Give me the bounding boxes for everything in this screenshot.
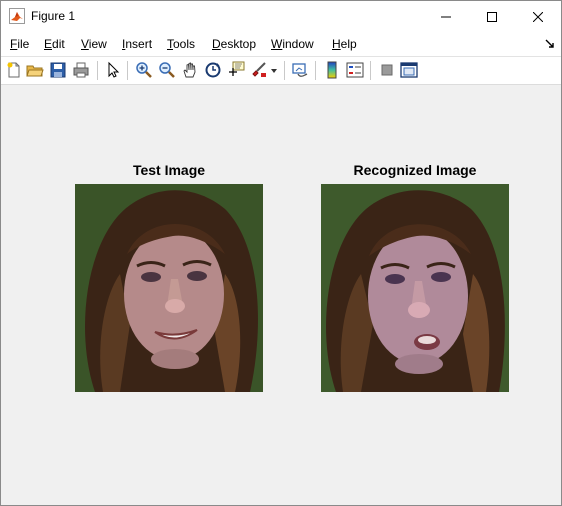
- menu-edit[interactable]: Edit: [44, 37, 65, 51]
- new-figure-icon[interactable]: [5, 61, 23, 79]
- face-photo-test-icon: [75, 184, 263, 392]
- toolbar-separator: [127, 61, 128, 80]
- toolbar-separator: [370, 61, 371, 80]
- open-file-icon[interactable]: [26, 61, 44, 79]
- toolbar-separator: [315, 61, 316, 80]
- close-button[interactable]: [515, 1, 561, 32]
- figure-canvas: Test Image Recognized Image: [1, 85, 561, 505]
- maximize-icon: [487, 11, 497, 22]
- close-icon: [533, 11, 543, 22]
- show-plot-tools-icon[interactable]: [400, 61, 418, 79]
- menu-view[interactable]: View: [81, 37, 107, 51]
- window-title: Figure 1: [31, 9, 76, 23]
- toolbar-separator: [284, 61, 285, 80]
- zoom-out-icon[interactable]: [158, 61, 176, 79]
- dock-figure-icon[interactable]: [545, 38, 555, 48]
- minimize-icon: [441, 16, 451, 17]
- figure-toolbar: [1, 57, 561, 85]
- legend-icon[interactable]: [346, 61, 364, 79]
- menu-bar: File Edit View Insert Tools Desktop Wind…: [1, 32, 561, 57]
- colorbar-icon[interactable]: [323, 61, 341, 79]
- menu-file[interactable]: File: [10, 37, 29, 51]
- test-image[interactable]: [75, 184, 263, 392]
- rotate-3d-icon[interactable]: [204, 61, 222, 79]
- pan-icon[interactable]: [181, 61, 199, 79]
- zoom-in-icon[interactable]: [135, 61, 153, 79]
- menu-window[interactable]: Window: [271, 37, 314, 51]
- minimize-button[interactable]: [423, 1, 469, 32]
- axes-title-recognized: Recognized Image: [353, 162, 477, 178]
- menu-desktop[interactable]: Desktop: [212, 37, 256, 51]
- chevron-down-icon[interactable]: [269, 61, 279, 79]
- hide-plot-tools-icon[interactable]: [378, 61, 396, 79]
- menu-tools[interactable]: Tools: [167, 37, 195, 51]
- title-bar: Figure 1: [1, 1, 561, 32]
- menu-insert[interactable]: Insert: [122, 37, 152, 51]
- matlab-logo-icon: [9, 8, 25, 24]
- print-icon[interactable]: [72, 61, 90, 79]
- link-plot-icon[interactable]: [291, 61, 309, 79]
- maximize-button[interactable]: [469, 1, 515, 32]
- menu-help[interactable]: Help: [332, 37, 357, 51]
- pointer-icon[interactable]: [104, 61, 122, 79]
- figure-window: Figure 1 File Edit View Insert Tools Des…: [0, 0, 562, 506]
- face-photo-recognized-icon: [321, 184, 509, 392]
- toolbar-separator: [97, 61, 98, 80]
- recognized-image[interactable]: [321, 184, 509, 392]
- save-icon[interactable]: [49, 61, 67, 79]
- axes-title-test: Test Image: [132, 162, 206, 178]
- data-cursor-icon[interactable]: [227, 61, 245, 79]
- brush-icon[interactable]: [250, 61, 268, 79]
